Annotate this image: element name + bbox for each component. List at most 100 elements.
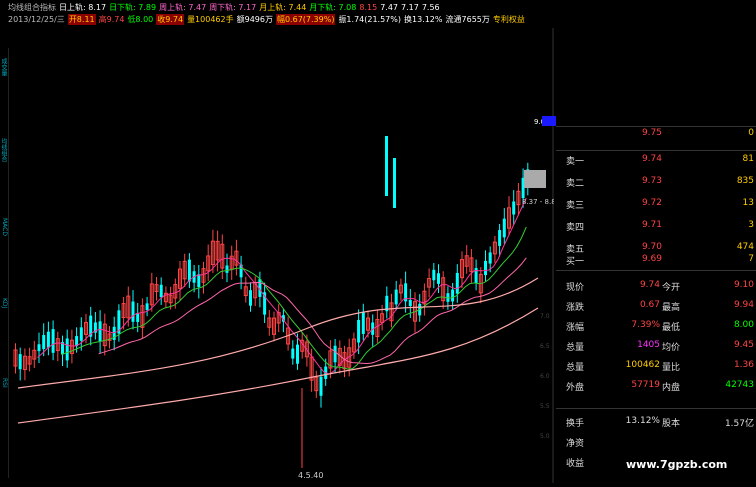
candle-body <box>502 218 506 238</box>
candle-body <box>432 269 436 281</box>
quote-header-row: 2013/12/25/三 开8.11 高9.74 低8.00 收9.74 量100462手… <box>8 14 568 26</box>
candle-body <box>393 158 396 208</box>
candle-body <box>65 338 69 361</box>
quote-value: 57719 <box>631 380 660 390</box>
candle-body <box>394 289 398 305</box>
orderbook-volume: 474 <box>736 242 754 252</box>
header-segment: 换13.12% <box>404 15 443 24</box>
candle-body <box>136 313 140 323</box>
axis-tick-label: 5.5 <box>540 403 550 410</box>
header-segment: 流通7655万 <box>445 15 490 24</box>
candle-body <box>37 344 41 352</box>
quote-row: 总量 100462 量比 1.36 <box>556 358 756 374</box>
indicator-header-row: 均线组合指标 日上轨: 8.17 日下轨: 7.89 周上轨: 7.47 周下轨: 7.… <box>8 2 568 14</box>
orderbook-row: 卖三 9.72 13 <box>556 196 756 212</box>
header-segment: 量100462手 <box>187 15 234 24</box>
quote-row: 外盘 57719 内盘 42743 <box>556 378 756 394</box>
header-segment: 周下轨: 7.17 <box>209 3 257 12</box>
orderbook-price: 9.74 <box>641 154 662 164</box>
quote-value: 9.10 <box>733 280 754 290</box>
candle-body <box>145 303 149 311</box>
quote-value: 7.39% <box>631 320 660 330</box>
axis-tick-label: 6.5 <box>540 343 550 350</box>
quote-row: 涨跌 0.67 最高 9.94 <box>556 298 756 314</box>
candle-body <box>333 345 337 363</box>
header-segment: 月下轨: 7.08 <box>309 3 357 12</box>
candle-body <box>51 329 55 353</box>
candle-body <box>357 319 361 343</box>
quote-label: 均价 <box>662 343 681 353</box>
orderbook-price: 9.71 <box>641 220 662 230</box>
orderbook-row: 卖一 9.74 81 <box>556 152 756 168</box>
candle-body <box>296 344 299 364</box>
header-segment: 7.56 <box>421 3 440 12</box>
quote-row: 涨幅 7.39% 最低 8.00 <box>556 318 756 334</box>
candle-body <box>512 201 516 215</box>
orderbook-volume: 3 <box>748 220 754 230</box>
candle-body <box>98 321 102 342</box>
quote-label: 总量 <box>566 343 585 353</box>
orderbook-volume: 7 <box>748 254 754 264</box>
orderbook-volume: 835 <box>736 176 754 186</box>
candlestick-chart[interactable]: 4.5.408.37 - 8.89.017.06.56.05.55.0 <box>8 28 554 483</box>
left-tab[interactable]: 成交量 <box>0 58 8 128</box>
candle-body <box>249 290 252 306</box>
orderbook-label: 买一 <box>566 257 585 267</box>
candle-body <box>159 284 163 298</box>
quote-value: 13.12% <box>625 416 660 426</box>
quote-label: 内盘 <box>662 383 681 393</box>
candle-body <box>361 312 365 334</box>
orderbook-price: 9.72 <box>641 198 662 208</box>
ma-line-mid <box>60 226 527 370</box>
quote-value: 100462 <box>625 360 660 370</box>
panel-divider <box>556 270 756 271</box>
header-segment: 月上轨: 7.44 <box>259 3 307 12</box>
left-tab[interactable]: MACD <box>0 218 8 288</box>
low-price-label: 4.5.40 <box>298 471 323 480</box>
candle-body <box>455 272 459 294</box>
candle-body <box>437 273 440 284</box>
current-price-tag <box>542 116 556 126</box>
panel-divider <box>556 126 756 127</box>
orderbook-label: 卖一 <box>566 157 585 167</box>
candle-body <box>319 376 323 396</box>
quote-label: 最低 <box>662 323 681 333</box>
candle-body <box>408 299 412 307</box>
header-segment: 专利权益 <box>492 15 525 24</box>
quote-label: 股本 <box>662 419 681 429</box>
quote-label: 现价 <box>566 283 585 293</box>
quote-row: 总量 1405 均价 9.45 <box>556 338 756 354</box>
axis-tick-label: 7.0 <box>540 313 550 320</box>
quote-row: 净资 <box>556 434 756 450</box>
orderbook-label: 卖三 <box>566 201 585 211</box>
candle-body <box>46 331 50 348</box>
left-tab[interactable]: RSI <box>0 378 8 448</box>
candle-body <box>484 260 487 276</box>
quote-label: 换手 <box>566 419 585 429</box>
panel-divider <box>556 408 756 409</box>
quote-value: 1.57亿 <box>724 419 754 429</box>
header-segment: 振1.74(21.57%) <box>338 15 401 24</box>
candle-body <box>498 230 502 246</box>
quote-value: 1.36 <box>733 360 754 370</box>
header-segment: 收9.74 <box>156 14 185 25</box>
orderbook-volume: 13 <box>742 198 754 208</box>
orderbook-price: 9.70 <box>641 242 662 252</box>
quote-panel: 9.75 0 卖一 9.74 81 卖二 9.73 835 卖三 9.72 13 卖四 9.71 3 卖五 9… <box>556 0 756 487</box>
left-tab[interactable]: KDJ <box>0 298 8 368</box>
orderbook-top-row: 9.75 0 <box>556 126 756 142</box>
candle-body <box>488 252 492 264</box>
quote-row: 换手 13.12% 股本 1.57亿 <box>556 414 756 430</box>
orderbook-row: 卖二 9.73 835 <box>556 174 756 190</box>
axis-tick-label: 5.0 <box>540 433 550 440</box>
header-segment: 2013/12/25/三 <box>8 15 65 24</box>
orderbook-label: 卖四 <box>566 223 585 233</box>
header-segment: 额9496万 <box>236 15 273 24</box>
candle-body <box>225 265 229 273</box>
quote-label: 收益 <box>566 459 585 469</box>
left-tab[interactable]: 均线组合 <box>0 138 8 208</box>
quote-value: 1405 <box>637 340 660 350</box>
quote-label: 涨幅 <box>566 323 585 333</box>
header-segment: 周上轨: 7.47 <box>159 3 207 12</box>
quote-row: 现价 9.74 今开 9.10 <box>556 278 756 294</box>
